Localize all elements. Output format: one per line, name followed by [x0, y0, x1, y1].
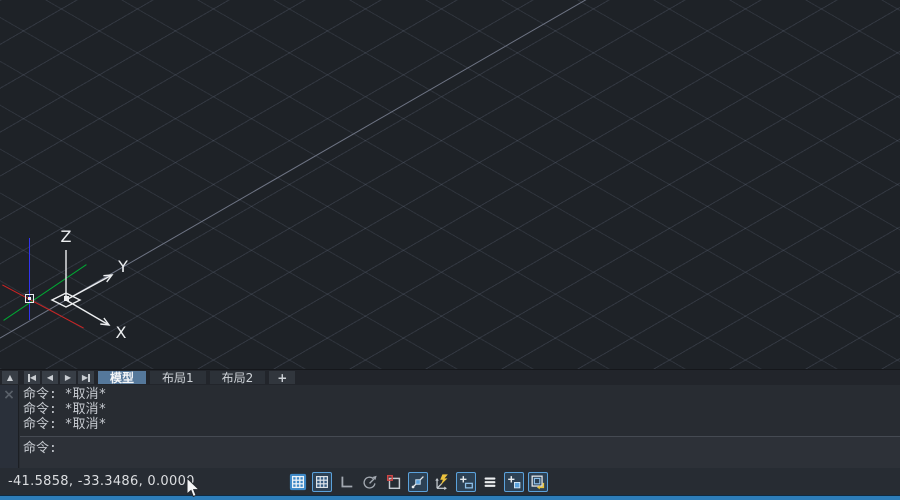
previous-tab-button[interactable]: ◀: [42, 371, 58, 384]
close-icon[interactable]: ×: [0, 387, 18, 403]
ucs-x-label: X: [116, 323, 127, 342]
previous-tab-icon: ◀: [47, 374, 53, 382]
tab-model-label: 模型: [110, 369, 134, 386]
ortho-mode-toggle[interactable]: [336, 472, 356, 492]
collapse-icon: ▲: [7, 374, 13, 382]
object-snap-icon: [385, 472, 403, 492]
annotation-scale-icon: [505, 473, 523, 491]
grid-icon: [289, 472, 307, 492]
grid-display-toggle[interactable]: [288, 472, 308, 492]
ucs-z-label: Z: [61, 227, 72, 246]
tab-layout1[interactable]: 布局1: [150, 371, 206, 384]
last-tab-button[interactable]: ▶: [78, 371, 94, 384]
command-history-line: 命令: *取消*: [20, 417, 900, 432]
command-history: 命令: *取消* 命令: *取消* 命令: *取消*: [20, 387, 900, 432]
command-prompt: 命令:: [20, 440, 900, 457]
tab-layout1-label: 布局1: [162, 369, 194, 386]
command-history-line: 命令: *取消*: [20, 402, 900, 417]
snap-grid-icon: [313, 473, 331, 491]
tab-layout2[interactable]: 布局2: [210, 371, 266, 384]
cad-application-window: Z Y X ▲ ◀ ◀ ▶ ▶ 模型 布局1 布局2: [0, 0, 900, 500]
lineweight-icon: [481, 472, 499, 492]
annotation-scale-toggle[interactable]: [504, 472, 524, 492]
polar-tracking-icon: [361, 472, 379, 492]
selection-cycling-toggle[interactable]: [456, 472, 476, 492]
ortho-icon: [337, 472, 355, 492]
tab-model[interactable]: 模型: [98, 371, 146, 384]
ucs-icon: Z Y X: [8, 222, 138, 347]
object-snap-tracking-toggle[interactable]: [408, 472, 428, 492]
new-layout-tab-button[interactable]: +: [269, 371, 295, 384]
next-tab-button[interactable]: ▶: [60, 371, 76, 384]
annotation-visibility-toggle[interactable]: [528, 472, 548, 492]
status-toggle-icons: [288, 471, 548, 492]
next-tab-icon: ▶: [65, 374, 71, 382]
command-line-panel: × 命令: *取消* 命令: *取消* 命令: *取消* 命令:: [0, 385, 900, 468]
command-panel-gutter: ×: [0, 385, 19, 468]
ucs-y-label: Y: [117, 257, 128, 276]
dynamic-input-icon: [433, 472, 451, 492]
command-history-line: 命令: *取消*: [20, 387, 900, 402]
last-tab-icon: [88, 374, 90, 382]
collapse-command-panel-button[interactable]: ▲: [2, 371, 18, 384]
plus-icon: +: [277, 371, 287, 385]
layout-tab-bar: ▲ ◀ ◀ ▶ ▶ 模型 布局1 布局2 +: [0, 369, 900, 385]
polar-tracking-toggle[interactable]: [360, 472, 380, 492]
annotation-visibility-icon: [529, 473, 547, 491]
dynamic-input-toggle[interactable]: [432, 472, 452, 492]
object-snap-tracking-icon: [409, 473, 427, 491]
snap-mode-toggle[interactable]: [312, 472, 332, 492]
object-snap-toggle[interactable]: [384, 472, 404, 492]
window-bottom-edge: [0, 495, 900, 500]
selection-cycling-icon: [457, 473, 475, 491]
first-tab-button[interactable]: ◀: [24, 371, 40, 384]
drawing-viewport[interactable]: Z Y X: [0, 0, 900, 369]
status-bar: -41.5858, -33.3486, 0.0000: [0, 468, 900, 495]
mouse-cursor: [185, 478, 201, 500]
command-input-row[interactable]: 命令:: [20, 436, 900, 468]
lineweight-display-toggle[interactable]: [480, 472, 500, 492]
tab-layout2-label: 布局2: [222, 369, 254, 386]
coordinates-readout[interactable]: -41.5858, -33.3486, 0.0000: [8, 468, 195, 495]
